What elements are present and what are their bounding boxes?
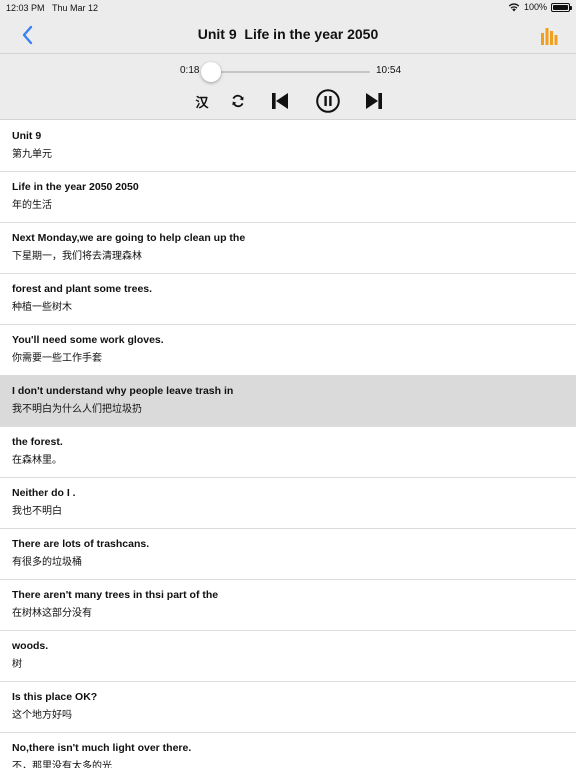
sentence-chinese: 你需要一些工作手套	[12, 353, 102, 364]
battery-percent: 100%	[523, 2, 547, 12]
sentence-chinese: 在树林这部分没有	[12, 608, 92, 619]
sentence-row[interactable]: You'll need some work gloves. 你需要一些工作手套	[0, 325, 576, 376]
sentence-english: There aren't many trees in thsi part of …	[12, 589, 219, 601]
sentence-row[interactable]: Unit 9 第九单元	[0, 121, 576, 172]
skip-back-icon	[272, 93, 288, 109]
sentence-row[interactable]: the forest. 在森林里。	[0, 427, 576, 478]
status-bar: 12:03 PM Thu Mar 12 100%	[0, 0, 576, 16]
sentence-row[interactable]: Neither do I . 我也不明白	[0, 478, 576, 529]
sentence-chinese: 树	[12, 659, 22, 670]
sentence-english: Life in the year 2050 2050	[12, 181, 139, 193]
wifi-icon	[508, 3, 520, 12]
chinese-toggle-button[interactable]: 汉	[192, 90, 212, 112]
sentence-chinese: 第九单元	[12, 149, 52, 160]
sentence-row[interactable]: There are lots of trashcans. 有很多的垃圾桶	[0, 529, 576, 580]
previous-button[interactable]	[270, 90, 290, 112]
sentence-chinese: 在森林里。	[12, 455, 62, 466]
sentence-english: Is this place OK?	[12, 691, 98, 703]
sentence-chinese: 不，那里没有太多的光	[12, 761, 112, 768]
sentence-row[interactable]: forest and plant some trees. 种植一些树木	[0, 274, 576, 325]
sentence-chinese: 有很多的垃圾桶	[12, 557, 82, 568]
pause-button[interactable]	[315, 89, 341, 113]
sentence-chinese: 下星期一，我们将去清理森林	[12, 251, 142, 262]
sentence-chinese: 我也不明白	[12, 506, 62, 517]
battery-icon	[551, 2, 572, 12]
next-button[interactable]	[364, 90, 384, 112]
repeat-icon	[232, 94, 244, 108]
sentence-row[interactable]: Next Monday,we are going to help clean u…	[0, 223, 576, 274]
sentence-chinese: 年的生活	[12, 200, 52, 211]
sentence-chinese: 我不明白为什么人们把垃圾扔	[12, 404, 142, 415]
sentence-list: Unit 9 第九单元 Life in the year 2050 2050 年的生活…	[0, 121, 576, 768]
sentence-row[interactable]: There aren't many trees in thsi part of …	[0, 580, 576, 631]
sentence-chinese: 这个地方好吗	[12, 710, 72, 721]
audio-player: 0:18 10:54 汉	[0, 54, 576, 120]
sentence-english: Next Monday,we are going to help clean u…	[12, 232, 246, 244]
page-title: Unit 9 Life in the year 2050	[197, 26, 379, 42]
sentence-english: the forest.	[12, 436, 63, 448]
sentence-row[interactable]: No,there isn't much light over there. 不，那…	[0, 733, 576, 768]
status-date: Thu Mar 12	[52, 3, 99, 13]
status-time: 12:03 PM	[6, 3, 45, 13]
equalizer-icon[interactable]	[540, 25, 560, 45]
sentence-english: There are lots of trashcans.	[12, 538, 150, 550]
sentence-row[interactable]: I don't understand why people leave tras…	[0, 376, 576, 427]
navigation-bar: Unit 9 Life in the year 2050	[0, 16, 576, 54]
sentence-english: woods.	[12, 640, 49, 652]
elapsed-time: 0:18	[180, 65, 200, 76]
sentence-english: forest and plant some trees.	[12, 283, 153, 295]
sentence-english: I don't understand why people leave tras…	[12, 385, 234, 397]
sentence-row[interactable]: woods. 树	[0, 631, 576, 682]
sentence-english: No,there isn't much light over there.	[12, 742, 192, 754]
slider-thumb[interactable]	[200, 62, 221, 82]
pause-icon	[316, 89, 340, 113]
repeat-button[interactable]	[228, 90, 248, 112]
sentence-english: You'll need some work gloves.	[12, 334, 164, 346]
sentence-row[interactable]: Is this place OK? 这个地方好吗	[0, 682, 576, 733]
sentence-english: Unit 9	[12, 130, 42, 142]
total-duration: 10:54	[376, 65, 402, 76]
sentence-english: Neither do I .	[12, 487, 76, 499]
skip-forward-icon	[366, 93, 382, 109]
status-right: 100%	[508, 2, 572, 12]
sentence-chinese: 种植一些树木	[12, 302, 72, 313]
sentence-row[interactable]: Life in the year 2050 2050 年的生活	[0, 172, 576, 223]
progress-slider[interactable]	[200, 62, 370, 82]
